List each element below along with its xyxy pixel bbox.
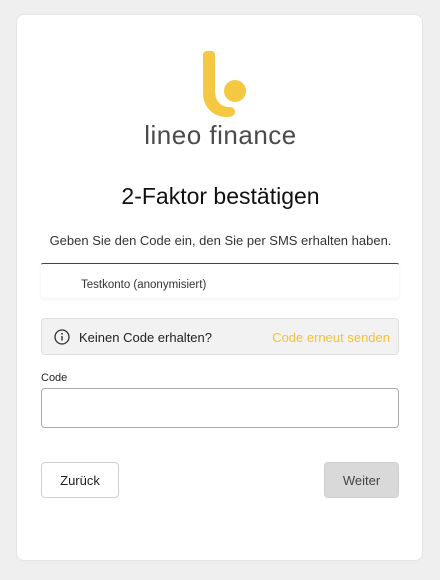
- page-title: 2-Faktor bestätigen: [121, 183, 320, 209]
- no-code-text: Keinen Code erhalten?: [79, 330, 212, 345]
- code-label: Code: [41, 372, 68, 384]
- lineo-logo-icon: [202, 51, 246, 117]
- page-subtitle: Geben Sie den Code ein, den Sie per SMS …: [49, 233, 392, 248]
- two-factor-card: lineo finance 2-Faktor bestätigen Geben …: [16, 14, 423, 561]
- brand-name: lineo finance: [144, 120, 297, 150]
- code-input[interactable]: [41, 388, 399, 428]
- next-button[interactable]: Weiter: [324, 462, 399, 498]
- account-name: Testkonto (anonymisiert): [81, 279, 207, 291]
- account-selector: Testkonto (anonymisiert): [41, 263, 399, 298]
- lineo-logo: [17, 51, 424, 117]
- info-icon: [54, 329, 70, 345]
- no-code-notice: Keinen Code erhalten? Code erneut senden: [41, 318, 399, 355]
- back-button[interactable]: Zurück: [41, 462, 119, 498]
- resend-code-link[interactable]: Code erneut senden: [272, 330, 390, 345]
